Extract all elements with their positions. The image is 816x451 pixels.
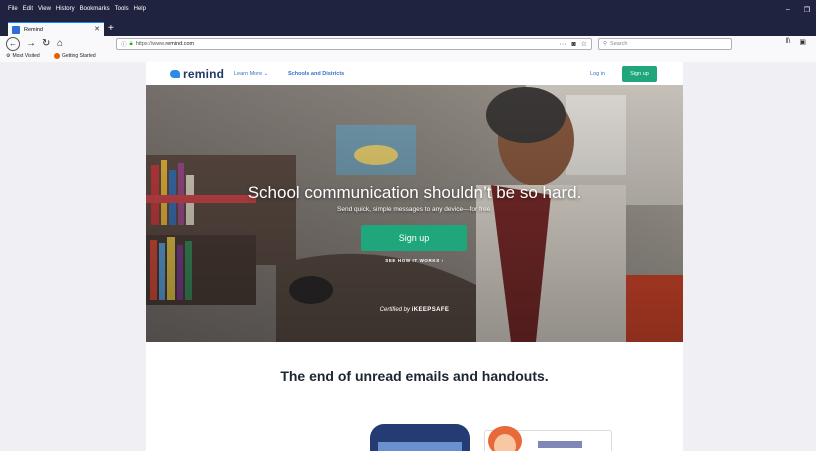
login-link[interactable]: Log in <box>590 71 605 77</box>
lock-icon: 🔒︎ <box>129 40 133 47</box>
page-actions-icon[interactable]: ··· <box>559 39 566 50</box>
site-header: remind Learn More ⌄ Schools and District… <box>146 62 683 85</box>
tab-remind[interactable]: Remind ✕ <box>8 22 104 36</box>
url-prefix: https://www. <box>135 41 166 47</box>
navigation-bar: ← → ↻ ⌂ ⓘ 🔒︎ https://www.remind.com ··· … <box>0 36 816 52</box>
remind-logo-icon <box>170 70 180 78</box>
bookmark-label: Most Visited <box>12 53 40 59</box>
close-tab-icon[interactable]: ✕ <box>94 25 100 33</box>
pocket-icon[interactable]: ◙ <box>571 39 575 50</box>
hero-section: School communication shouldn’t be so har… <box>146 85 683 342</box>
menu-view[interactable]: View <box>38 6 51 12</box>
hero-subtitle: Send quick, simple messages to any devic… <box>337 206 492 213</box>
menu-help[interactable]: Help <box>134 6 146 12</box>
certification-badge: Certified by iKEEPSAFE <box>146 307 683 313</box>
hero-photo <box>146 85 683 342</box>
bookmarks-toolbar: ⚙ Most Visited Getting Started <box>0 52 816 62</box>
hero-title: School communication shouldn’t be so har… <box>247 183 582 202</box>
ikeepsafe-logo: iKEEPSAFE <box>411 307 450 313</box>
firefox-icon <box>54 53 60 59</box>
bookmark-getting-started[interactable]: Getting Started <box>54 53 96 59</box>
menu-list: File Edit View History Bookmarks Tools H… <box>8 6 146 12</box>
bookmark-most-visited[interactable]: ⚙ Most Visited <box>6 53 40 59</box>
avatar-face-illustration <box>494 434 516 451</box>
bookmark-label: Getting Started <box>62 53 96 59</box>
home-button[interactable]: ⌂ <box>57 37 63 51</box>
restore-icon[interactable]: ❐ <box>804 6 810 14</box>
schools-districts-link[interactable]: Schools and Districts <box>288 71 344 77</box>
back-button[interactable]: ← <box>6 37 20 51</box>
menu-history[interactable]: History <box>56 6 75 12</box>
tab-strip: Remind ✕ + <box>0 22 816 36</box>
phone-screen-illustration <box>378 442 462 451</box>
signup-button[interactable]: Sign up <box>622 66 657 82</box>
search-icon: ⚲ <box>603 41 608 47</box>
url-bar[interactable]: ⓘ 🔒︎ https://www.remind.com ··· ◙ ☆ <box>116 38 592 50</box>
forward-button[interactable]: → <box>26 37 36 51</box>
library-icon[interactable]: ‖\ <box>786 38 791 46</box>
minimize-icon[interactable]: – <box>786 6 790 14</box>
certified-prefix: Certified by <box>379 307 411 313</box>
remind-favicon-icon <box>12 25 20 34</box>
menu-bookmarks[interactable]: Bookmarks <box>80 6 110 12</box>
section-heading: The end of unread emails and handouts. <box>280 368 549 384</box>
message-bar-illustration <box>538 441 582 448</box>
web-page: remind Learn More ⌄ Schools and District… <box>146 62 683 451</box>
bookmark-star-icon[interactable]: ☆ <box>581 39 587 50</box>
menu-tools[interactable]: Tools <box>115 6 129 12</box>
tab-title: Remind <box>24 26 43 33</box>
menu-bar: File Edit View History Bookmarks Tools H… <box>0 0 816 22</box>
new-tab-button[interactable]: + <box>108 22 114 36</box>
search-placeholder: Search <box>610 41 628 47</box>
url-actions: ··· ◙ ☆ <box>559 39 587 50</box>
url-host: remind.com <box>165 41 195 47</box>
learn-more-link[interactable]: Learn More ⌄ <box>234 71 268 77</box>
logo-text: remind <box>183 67 225 81</box>
remind-logo[interactable]: remind <box>170 67 224 81</box>
reload-button[interactable]: ↻ <box>42 37 50 51</box>
window-controls: – ❐ <box>786 6 810 14</box>
hero-signup-button[interactable]: Sign up <box>361 225 467 251</box>
see-how-it-works-link[interactable]: SEE HOW IT WORKS › <box>146 258 683 263</box>
info-icon[interactable]: ⓘ <box>121 40 127 48</box>
sidebar-icon[interactable]: ▣ <box>799 38 806 46</box>
menu-file[interactable]: File <box>8 6 18 12</box>
gear-icon: ⚙ <box>6 53 11 59</box>
menu-edit[interactable]: Edit <box>23 6 33 12</box>
toolbar-right: ‖\ ▣ <box>786 38 806 46</box>
search-input[interactable]: ⚲ Search <box>598 38 732 50</box>
